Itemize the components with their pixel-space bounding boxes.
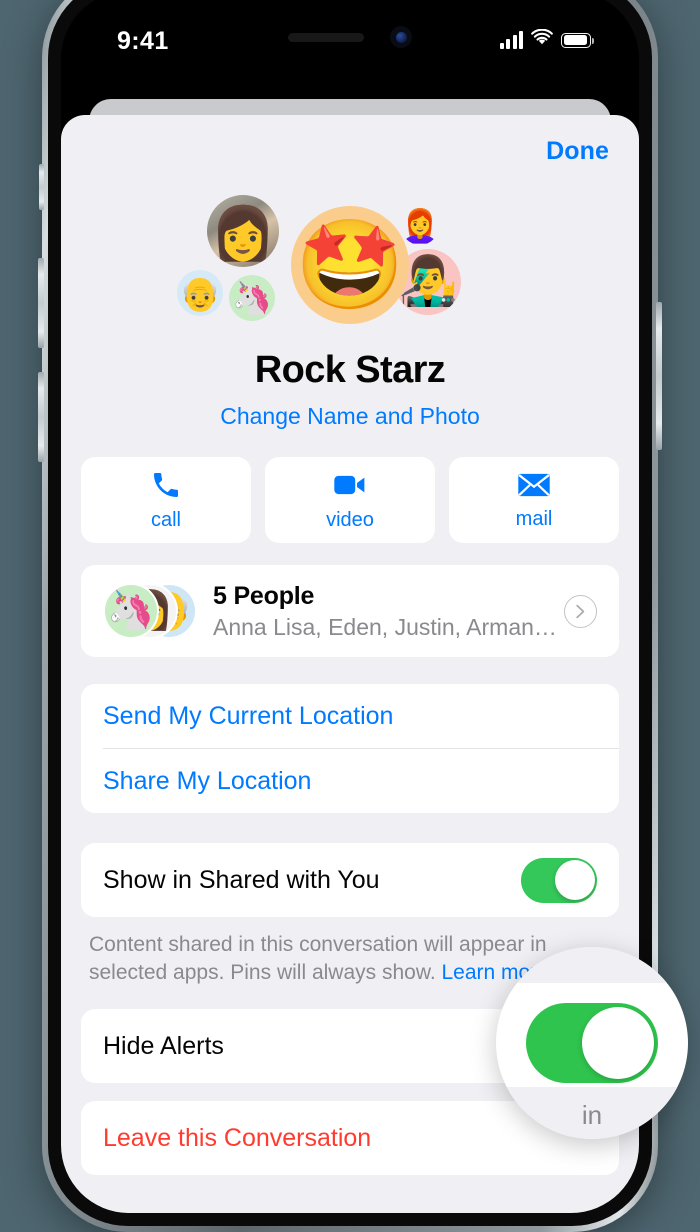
show-in-shared-with-you-toggle[interactable] xyxy=(521,857,597,903)
show-in-shared-with-you-row: Show in Shared with You xyxy=(81,843,619,917)
cellular-bars-icon xyxy=(499,31,523,49)
status-bar-clock: 9:41 xyxy=(117,27,169,55)
hide-alerts-label: Hide Alerts xyxy=(103,1031,224,1060)
people-row[interactable]: 👴 👩 🦄 5 People Anna Lisa, Eden, Justin, … xyxy=(81,565,619,657)
mail-button-label: mail xyxy=(515,507,553,530)
phone-icon xyxy=(150,469,182,501)
video-button[interactable]: video xyxy=(265,457,435,543)
magnified-hide-alerts-toggle[interactable] xyxy=(526,1003,658,1083)
magnifier-callout: in xyxy=(496,947,688,1139)
location-card: Send My Current Location Share My Locati… xyxy=(81,684,619,813)
group-primary-avatar: 🤩 xyxy=(291,206,409,324)
group-avatar-cluster[interactable]: 👩 👴 🦄 👩‍🦰 👨‍🎤 🤩 xyxy=(61,187,639,347)
call-button-label: call xyxy=(150,508,181,531)
people-names-label: Anna Lisa, Eden, Justin, Arman… xyxy=(213,613,554,640)
device-notch xyxy=(252,15,448,59)
share-my-location-row[interactable]: Share My Location xyxy=(81,749,619,813)
people-avatar-stack: 👴 👩 🦄 xyxy=(103,583,197,639)
toggle-knob xyxy=(582,1007,654,1079)
people-avatar-front: 🦄 xyxy=(103,583,159,639)
people-text-block: 5 People Anna Lisa, Eden, Justin, Arman… xyxy=(213,582,554,641)
done-button[interactable]: Done xyxy=(546,137,609,166)
mail-button[interactable]: mail xyxy=(449,457,619,543)
leave-conversation-label: Leave this Conversation xyxy=(103,1123,372,1152)
avatar-photo-emoji: 👩 xyxy=(210,205,276,263)
avatar-memoji-unicorn: 🦄 xyxy=(229,275,275,321)
call-button[interactable]: call xyxy=(81,457,251,543)
battery-icon xyxy=(561,32,594,48)
side-power-button[interactable] xyxy=(656,302,662,450)
mute-switch-button[interactable] xyxy=(39,164,44,210)
magnifier-partial-text: in xyxy=(581,1100,603,1130)
send-current-location-row[interactable]: Send My Current Location xyxy=(81,684,619,748)
people-count-label: 5 People xyxy=(213,581,315,610)
show-in-shared-with-you-label: Show in Shared with You xyxy=(103,865,380,894)
magnifier-band-top xyxy=(496,947,688,983)
avatar-memoji-pinkhair: 👩‍🦰 xyxy=(401,208,439,244)
volume-down-button[interactable] xyxy=(38,372,44,462)
video-camera-icon xyxy=(333,469,367,501)
sheet-header: Done xyxy=(61,115,639,191)
front-camera-icon xyxy=(390,26,412,48)
envelope-icon xyxy=(517,470,551,500)
toggle-knob xyxy=(555,860,595,900)
earpiece-speaker-icon xyxy=(288,32,364,42)
chevron-right-icon[interactable] xyxy=(564,594,597,628)
group-name-title: Rock Starz xyxy=(254,349,446,391)
status-bar-indicators xyxy=(499,28,594,51)
avatar-photo: 👩 xyxy=(207,195,279,267)
avatar-memoji-grandpa: 👴 xyxy=(177,270,223,316)
change-name-and-photo-link[interactable]: Change Name and Photo xyxy=(61,403,639,430)
video-button-label: video xyxy=(326,508,374,531)
quick-actions-row: call video mail xyxy=(81,457,619,543)
volume-up-button[interactable] xyxy=(38,258,44,348)
wifi-icon xyxy=(531,28,553,51)
